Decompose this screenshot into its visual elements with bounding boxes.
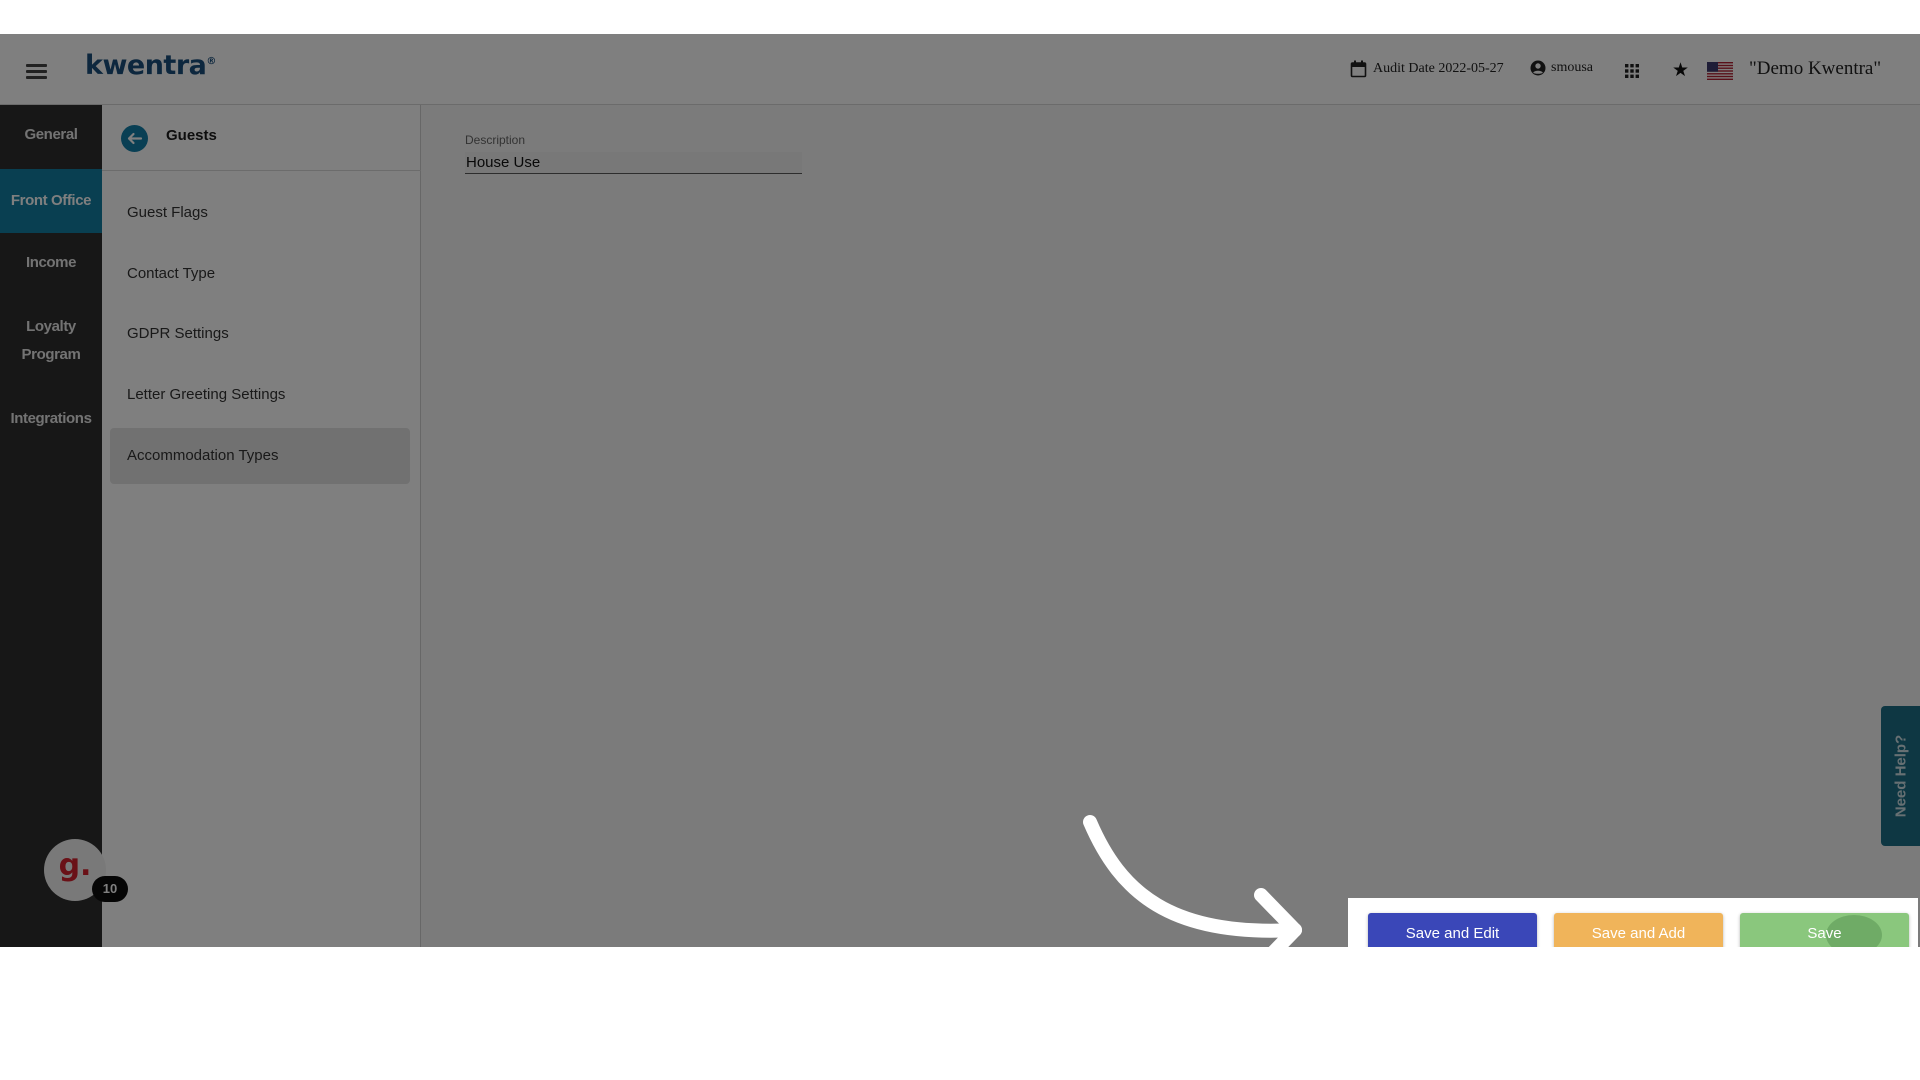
user-menu[interactable]: smousa — [1530, 60, 1593, 76]
save-button[interactable]: Save — [1740, 913, 1909, 947]
star-icon[interactable]: ★ — [1672, 61, 1689, 80]
sub-nav: Guests Guest Flags Contact Type GDPR Set… — [102, 105, 421, 947]
back-arrow-icon — [127, 132, 143, 145]
logo[interactable]: kwentra® — [85, 50, 216, 81]
audit-date-text: Audit Date 2022-05-27 — [1373, 61, 1504, 76]
description-input[interactable] — [465, 152, 802, 174]
menu-icon[interactable] — [26, 64, 47, 79]
need-help-tab[interactable]: Need Help? — [1881, 706, 1920, 846]
audit-date[interactable]: Audit Date 2022-05-27 — [1350, 60, 1504, 78]
sub-nav-header: Guests — [102, 105, 421, 171]
module-loyalty-program[interactable]: Loyalty Program — [0, 313, 102, 369]
save-and-edit-button[interactable]: Save and Edit — [1368, 913, 1537, 947]
need-help-label: Need Help? — [1892, 734, 1909, 818]
username: smousa — [1551, 60, 1593, 75]
sub-nav-item-contact-type[interactable]: Contact Type — [110, 246, 410, 302]
sub-nav-item-guest-flags[interactable]: Guest Flags — [110, 185, 410, 241]
module-general[interactable]: General — [0, 121, 102, 149]
module-integrations[interactable]: Integrations — [0, 405, 102, 433]
us-flag-icon[interactable] — [1707, 62, 1733, 80]
description-label: Description — [465, 133, 526, 147]
company-name[interactable]: "Demo Kwentra" — [1749, 58, 1881, 80]
module-front-office[interactable]: Front Office — [0, 169, 102, 233]
user-circle-icon — [1530, 60, 1546, 76]
module-income[interactable]: Income — [0, 249, 102, 277]
sub-nav-item-gdpr-settings[interactable]: GDPR Settings — [110, 306, 410, 362]
module-nav: General Front Office Income Loyalty Prog… — [0, 105, 102, 947]
back-button[interactable] — [121, 125, 148, 152]
save-and-add-button[interactable]: Save and Add — [1554, 913, 1723, 947]
logo-mark-icon: ® — [206, 56, 216, 67]
top-bar: kwentra® Audit Date 2022-05-27 smousa ★ — [0, 34, 1920, 105]
app-window: kwentra® Audit Date 2022-05-27 smousa ★ — [0, 34, 1920, 947]
notification-badge: 10 — [92, 876, 128, 902]
curved-arrow-annotation — [1083, 815, 1302, 947]
screen: kwentra® Audit Date 2022-05-27 smousa ★ — [0, 0, 1920, 1080]
highlighted-actions: Save and Edit Save and Add Save — [1348, 898, 1918, 947]
sub-nav-title: Guests — [166, 127, 217, 144]
sub-nav-item-accommodation-types[interactable]: Accommodation Types — [110, 428, 410, 484]
sub-nav-item-letter-greeting-settings[interactable]: Letter Greeting Settings — [110, 367, 410, 423]
apps-grid-icon[interactable] — [1625, 64, 1639, 78]
logo-text: kwentra — [85, 50, 207, 81]
calendar-icon — [1350, 60, 1367, 78]
save-button-label: Save — [1807, 924, 1842, 942]
